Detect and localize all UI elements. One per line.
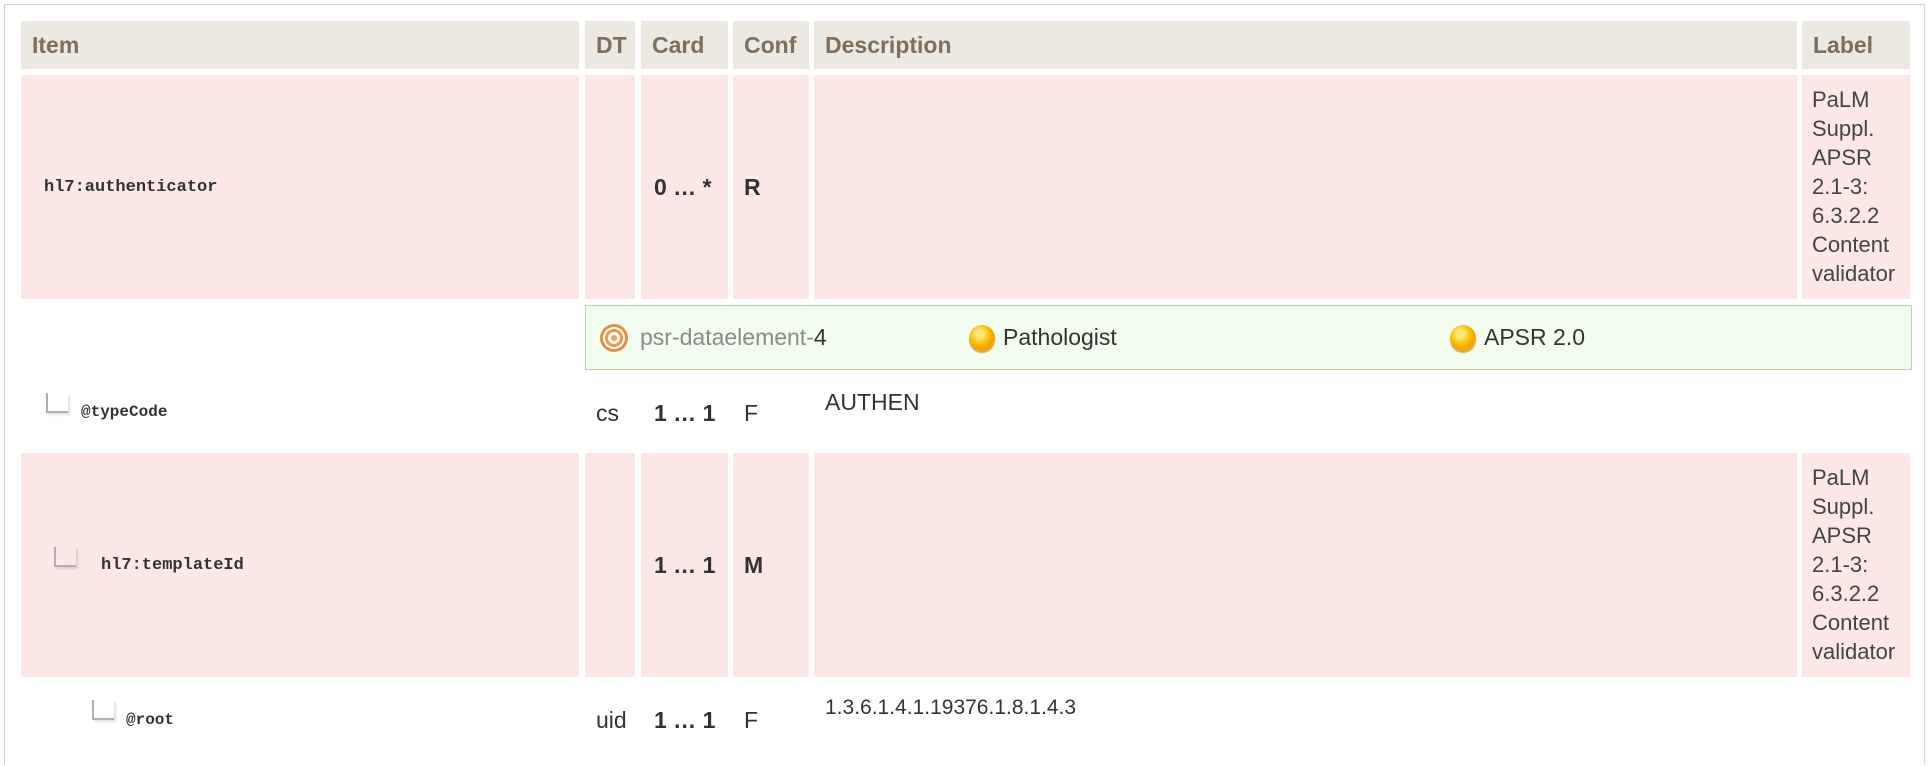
item-name[interactable]: hl7:templateId [101,556,244,575]
concept-name-text: Pathologist [1003,324,1117,350]
table-row-item[interactable]: hl7:authenticator [21,75,579,299]
header-item: Item [21,21,579,69]
concept-dataset: APSR 2.0 [1450,306,1585,369]
concept-link[interactable]: psr-dataelement- 4 [600,306,827,369]
table-row-conf: F [744,400,759,426]
table-row-conf: M [733,453,809,677]
table-row-card: 1 … 1 [654,707,716,733]
tree-connector-icon [54,547,76,567]
table-row-description [814,75,1797,299]
concept-name: Pathologist [969,306,1117,369]
target-icon [600,323,628,352]
header-description: Description [814,21,1797,69]
table-row-label: PaLM Suppl. APSR 2.1-3: 6.3.2.2 Content … [1802,75,1910,299]
table-row-card: 1 … 1 [654,400,716,426]
table-row-dt [585,75,635,299]
concept-dataset-text: APSR 2.0 [1484,324,1585,350]
table-row-conf: F [744,707,759,733]
item-name[interactable]: hl7:authenticator [44,178,217,197]
table-row-item[interactable]: hl7:templateId [21,453,579,677]
table-row-card: 0 … * [641,75,728,299]
tree-connector-icon [92,700,114,720]
header-conf: Conf [733,21,809,69]
attribute-name: @typeCode [81,403,168,421]
table-row-description: 1.3.6.1.4.1.19376.1.8.1.4.3 [825,696,1077,719]
table-row-description [814,453,1797,677]
tree-connector-icon [46,393,68,413]
status-dot-icon [1450,324,1476,351]
concept-id-number[interactable]: 4 [814,324,827,351]
table-row-dt [585,453,635,677]
table-row-label: PaLM Suppl. APSR 2.1-3: 6.3.2.2 Content … [1802,453,1910,677]
status-dot-icon [969,324,995,351]
attribute-name: @root [126,711,175,729]
table-row-dt: cs [596,400,619,426]
table-row-conf: R [733,75,809,299]
table-row-dt: uid [596,707,627,733]
table-row-description: AUTHEN [825,389,920,415]
header-dt: DT [585,21,635,69]
concept-association-row: psr-dataelement- 4 Pathologist APSR 2.0 [585,305,1912,370]
header-label: Label [1802,21,1910,69]
header-card: Card [641,21,728,69]
concept-id-prefix[interactable]: psr-dataelement- [640,324,814,351]
table-row-card: 1 … 1 [641,453,728,677]
